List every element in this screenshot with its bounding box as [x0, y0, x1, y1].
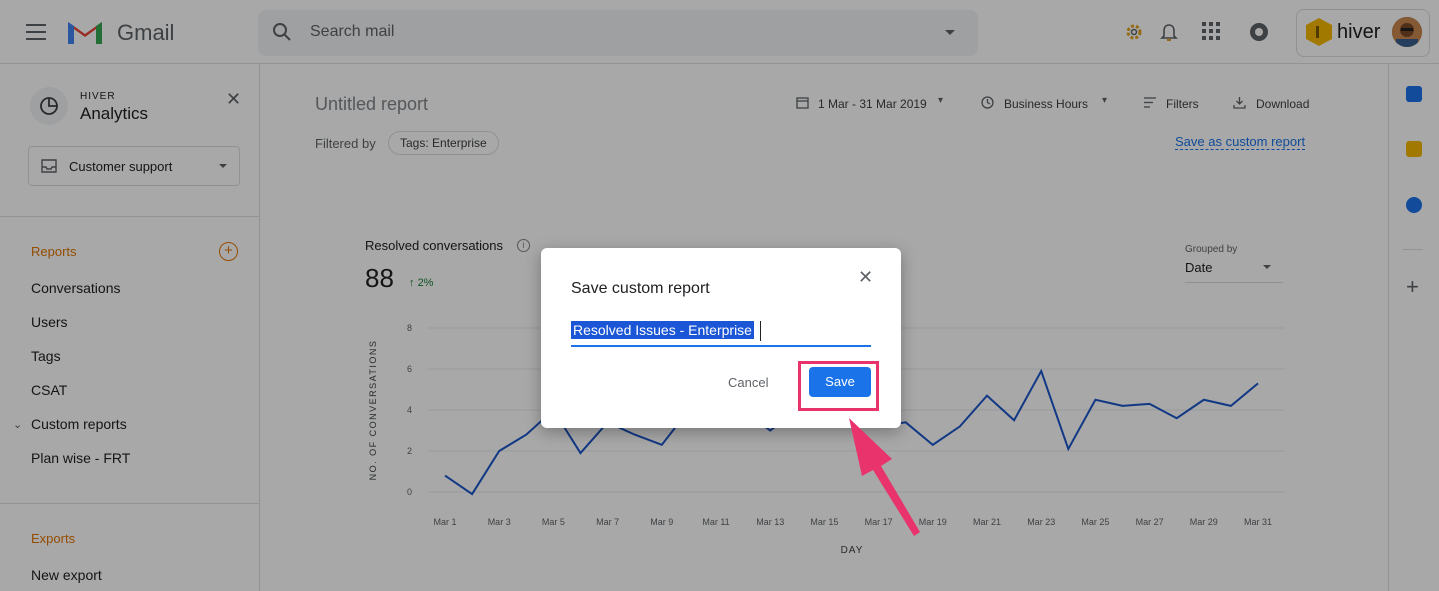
pointer-arrow-icon	[849, 418, 920, 536]
